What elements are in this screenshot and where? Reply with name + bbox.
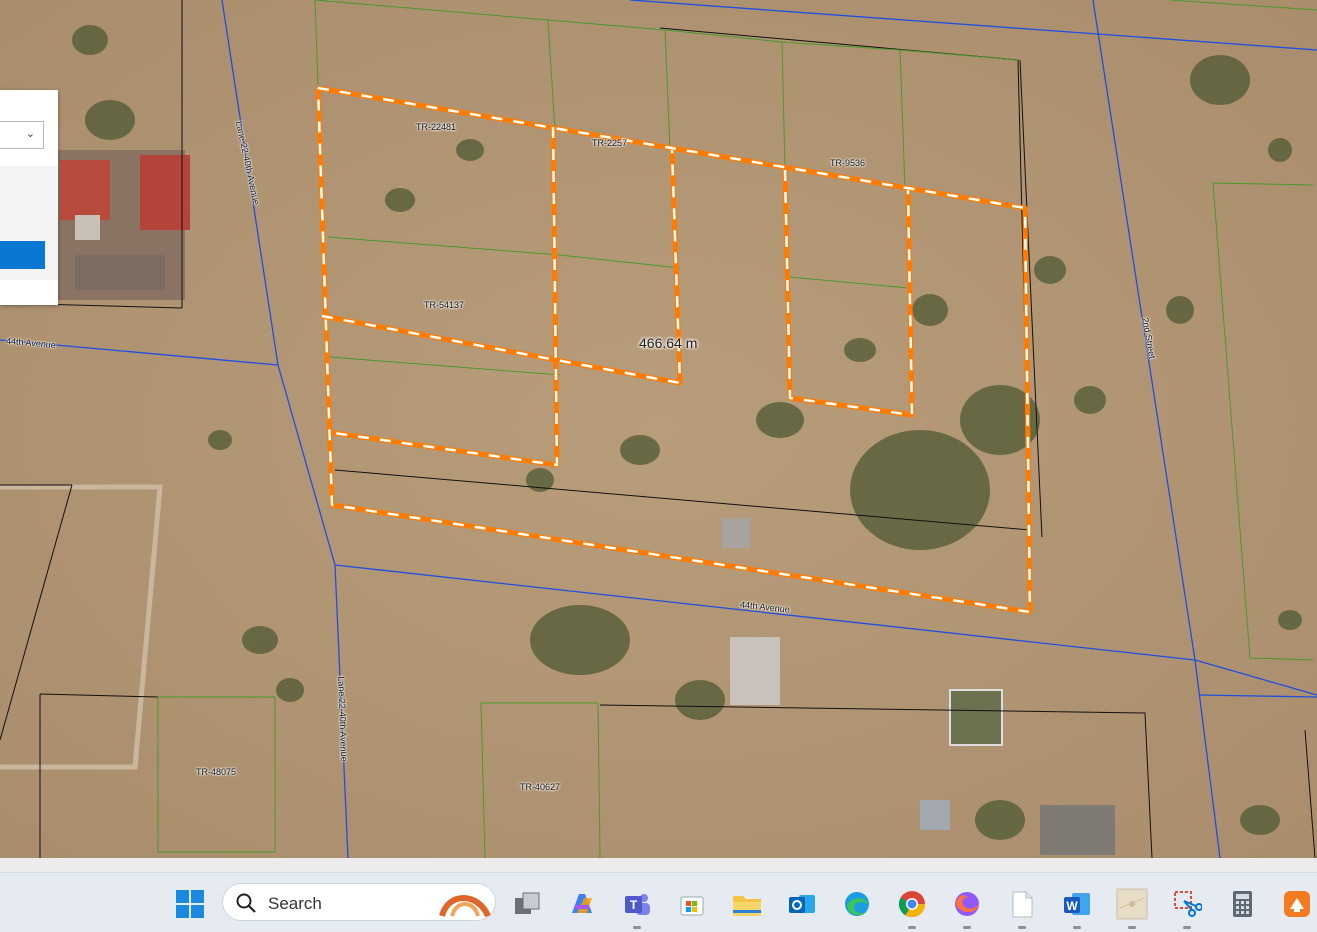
parcel-label: TR-48075 — [196, 767, 237, 777]
firefox-icon — [955, 892, 979, 916]
chevron-down-icon: ⌄ — [25, 128, 35, 140]
panel-dropdown[interactable]: ⌄ — [0, 121, 44, 149]
taskbar-search[interactable]: Search — [222, 883, 496, 921]
search-icon — [236, 893, 256, 913]
edge-icon — [845, 892, 869, 916]
presentation-app-button[interactable] — [1280, 887, 1314, 921]
word-button[interactable]: W — [1060, 887, 1094, 929]
running-indicator — [1183, 926, 1191, 929]
store-button[interactable] — [675, 887, 709, 921]
copilot-icon — [572, 894, 592, 913]
aerial-map[interactable]: TR-22481 TR-2257 TR-9536 TR-54137 TR-480… — [0, 0, 1317, 858]
maps-button[interactable] — [1115, 887, 1149, 929]
teams-icon: T — [625, 894, 650, 915]
edge-button[interactable] — [840, 887, 874, 921]
file-explorer-button[interactable] — [730, 887, 764, 921]
teams-button[interactable]: T — [620, 887, 654, 929]
parcel-label: TR-9536 — [830, 158, 866, 168]
chrome-button[interactable] — [895, 887, 929, 929]
task-view-icon — [515, 892, 540, 914]
parcel-label: TR-54137 — [424, 300, 465, 310]
map-thumbnail-icon — [1116, 888, 1148, 920]
folder-icon — [733, 896, 761, 916]
copilot-button[interactable] — [565, 887, 599, 921]
windows-icon — [176, 890, 204, 918]
store-icon — [680, 896, 704, 916]
outlook-button[interactable] — [785, 887, 819, 921]
task-view-button[interactable] — [510, 887, 544, 921]
calculator-icon — [1233, 891, 1252, 917]
parcel-label: TR-2257 — [592, 138, 628, 148]
notepad-button[interactable] — [1005, 887, 1039, 929]
chrome-icon — [898, 891, 926, 918]
parcel-label: TR-22481 — [416, 122, 457, 132]
svg-text:W: W — [1066, 899, 1078, 913]
word-icon: W — [1064, 893, 1090, 915]
panel-primary-button[interactable] — [0, 241, 45, 269]
panel-footer — [0, 280, 58, 305]
calculator-button[interactable] — [1225, 887, 1259, 921]
running-indicator — [1128, 926, 1136, 929]
running-indicator — [1018, 926, 1026, 929]
search-placeholder: Search — [268, 894, 322, 913]
parcel-label: TR-40627 — [520, 782, 561, 792]
outlook-icon — [789, 895, 815, 913]
scissors-icon — [1174, 891, 1202, 917]
running-indicator — [908, 926, 916, 929]
running-indicator — [963, 926, 971, 929]
snipping-tool-button[interactable] — [1170, 887, 1204, 929]
arch-decoration-icon — [439, 895, 491, 918]
running-indicator — [633, 926, 641, 929]
map-canvas — [0, 0, 1317, 858]
svg-text:T: T — [630, 898, 638, 912]
presentation-icon — [1284, 891, 1310, 917]
measurement-readout: 466.64 m — [639, 335, 698, 351]
running-indicator — [1073, 926, 1081, 929]
side-panel: ⌄ — [0, 90, 58, 305]
map-bottom-strip — [0, 858, 1317, 872]
document-icon — [1012, 891, 1033, 918]
taskbar: Search T W — [0, 872, 1317, 932]
firefox-button[interactable] — [950, 887, 984, 929]
start-button[interactable] — [173, 887, 207, 921]
